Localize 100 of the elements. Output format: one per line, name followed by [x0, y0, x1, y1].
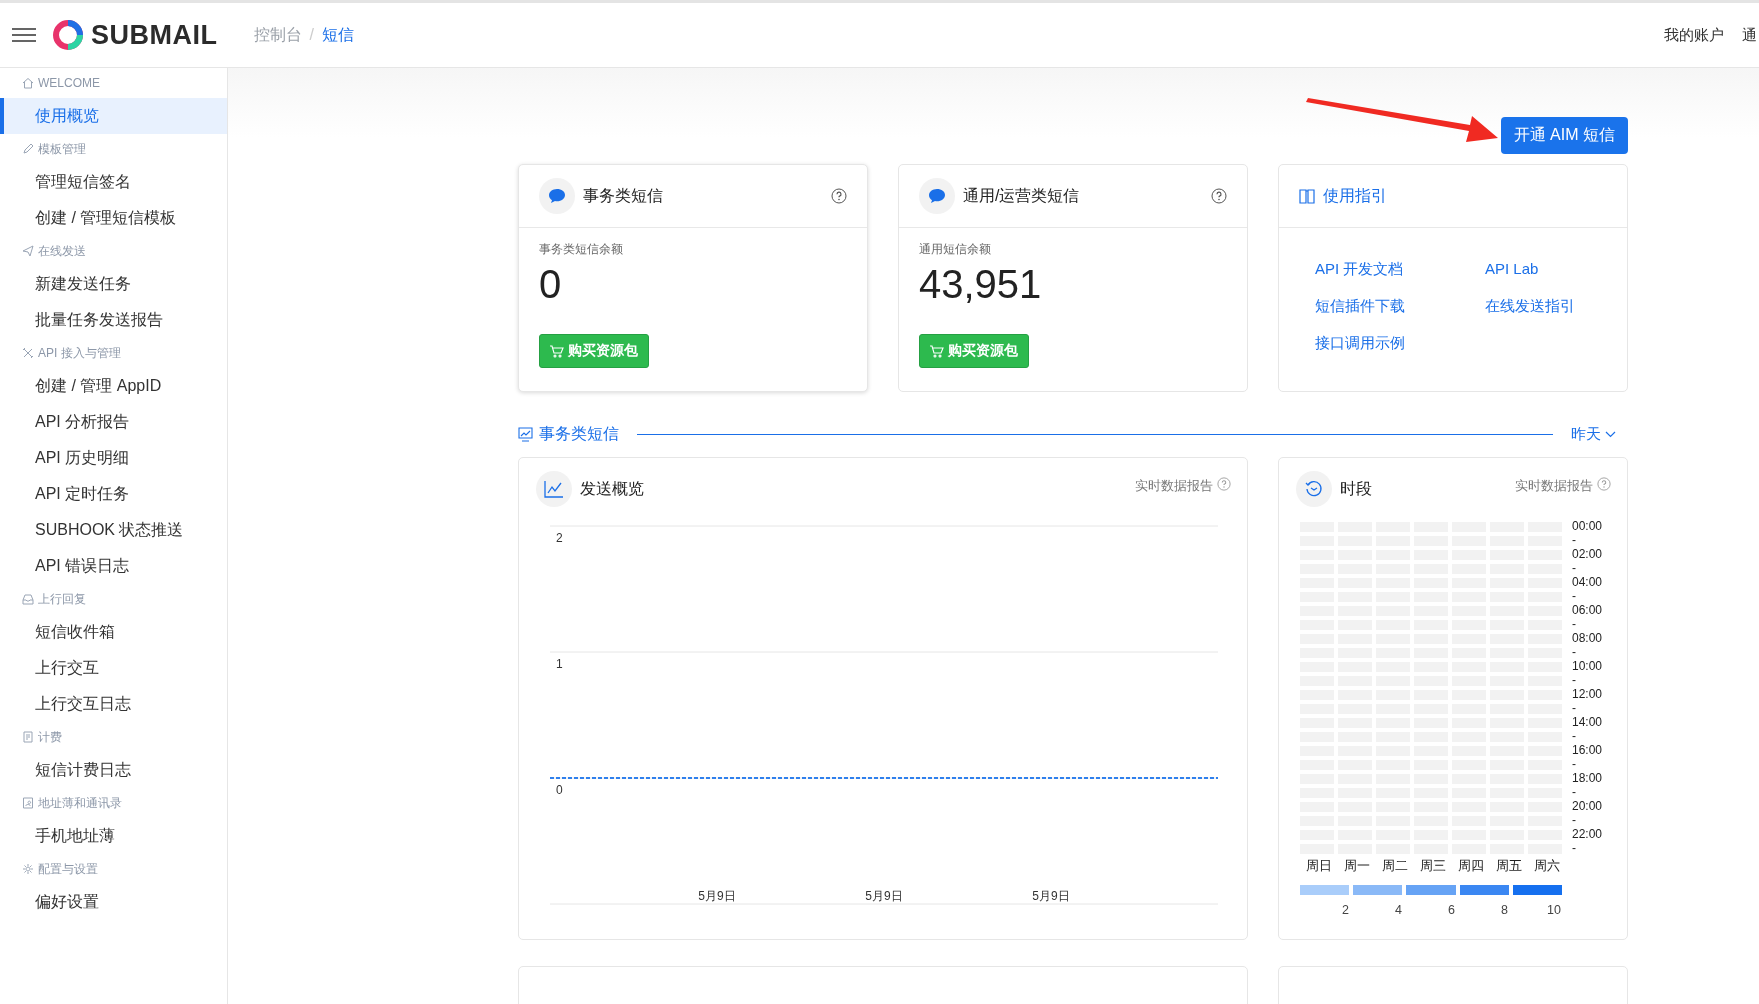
x-tick-label: 5月9日 — [865, 889, 903, 903]
date-range-dropdown[interactable]: 昨天 — [1571, 424, 1616, 444]
section-heading: 在线发送 — [38, 242, 86, 260]
report-link[interactable]: 实时数据报告 — [1135, 477, 1213, 495]
section-title: 事务类短信 — [539, 423, 619, 444]
time-label: - — [1572, 785, 1577, 799]
sidebar-item[interactable]: 批量任务发送报告 — [0, 302, 227, 338]
report-link[interactable]: 实时数据报告 — [1515, 477, 1593, 495]
day-label: 周三 — [1419, 858, 1447, 875]
menu-icon[interactable] — [12, 28, 36, 42]
y-tick-label: 2 — [556, 531, 563, 545]
sidebar-item[interactable]: 短信计费日志 — [0, 752, 227, 788]
time-label: - — [1572, 701, 1577, 715]
time-label: 20:00 — [1572, 799, 1603, 813]
time-label: - — [1572, 673, 1577, 687]
guide-link[interactable]: API 开发文档 — [1315, 260, 1485, 279]
time-label: - — [1572, 561, 1577, 575]
card-title: 使用指引 — [1323, 185, 1387, 206]
sidebar-item[interactable]: 新建发送任务 — [0, 266, 227, 302]
sidebar-item[interactable]: 使用概览 — [0, 98, 227, 134]
time-label: - — [1572, 645, 1577, 659]
sidebar-item[interactable]: 上行交互日志 — [0, 686, 227, 722]
balance-value: 43,951 — [919, 262, 1042, 308]
logo-icon — [52, 19, 84, 51]
y-tick-label: 1 — [556, 657, 563, 671]
time-label: 14:00 — [1572, 715, 1603, 729]
chat-icon — [539, 178, 575, 214]
time-label: 10:00 — [1572, 659, 1603, 673]
card-title: 事务类短信 — [583, 185, 663, 206]
y-tick-label: 0 — [556, 783, 563, 797]
card-title: 时段 — [1340, 478, 1372, 499]
home-icon — [22, 77, 34, 89]
gear-icon — [22, 863, 34, 875]
help-icon[interactable] — [1211, 188, 1227, 204]
sidebar-item[interactable]: API 定时任务 — [0, 476, 227, 512]
line-chart-icon — [536, 471, 572, 507]
time-label: 22:00 — [1572, 827, 1603, 841]
contact-icon — [22, 797, 34, 809]
time-label: - — [1572, 617, 1577, 631]
day-label: 周四 — [1457, 858, 1485, 875]
breadcrumb-separator: / — [309, 26, 314, 44]
legend-label: 6 — [1447, 903, 1456, 917]
legend-label: 8 — [1500, 903, 1509, 917]
time-label: 02:00 — [1572, 547, 1603, 561]
time-label: 04:00 — [1572, 575, 1603, 589]
card-title: 发送概览 — [580, 478, 644, 499]
x-tick-label: 5月9日 — [698, 889, 736, 903]
section-heading: 配置与设置 — [38, 860, 98, 878]
time-label: 16:00 — [1572, 743, 1603, 757]
sidebar-item[interactable]: 短信收件箱 — [0, 614, 227, 650]
day-label: 周六 — [1533, 858, 1561, 875]
sidebar-item[interactable]: API 分析报告 — [0, 404, 227, 440]
sidebar-item[interactable]: 手机地址薄 — [0, 818, 227, 854]
cart-icon — [930, 344, 944, 358]
time-label: - — [1572, 813, 1577, 827]
sidebar-item[interactable]: 上行交互 — [0, 650, 227, 686]
plane-icon — [22, 245, 34, 257]
legend-label: 4 — [1394, 903, 1403, 917]
nav-link[interactable]: 通 — [1742, 25, 1757, 45]
chat-icon — [919, 178, 955, 214]
sidebar-item[interactable]: API 错误日志 — [0, 548, 227, 584]
inbox-icon — [22, 593, 34, 605]
time-label: - — [1572, 841, 1577, 855]
cart-icon — [550, 344, 564, 358]
time-label: 18:00 — [1572, 771, 1603, 785]
nav-link[interactable]: 我的账户 — [1664, 25, 1724, 45]
balance-value: 0 — [539, 262, 562, 308]
tools-icon — [22, 347, 34, 359]
help-icon[interactable] — [831, 188, 847, 204]
section-heading: 地址薄和通讯录 — [38, 794, 122, 812]
balance-label: 通用短信余额 — [919, 241, 991, 258]
book-icon — [1299, 188, 1315, 204]
section-heading: 计费 — [38, 728, 62, 746]
day-label: 周二 — [1381, 858, 1409, 875]
sidebar-item[interactable]: 创建 / 管理短信模板 — [0, 200, 227, 236]
section-heading: WELCOME — [38, 76, 100, 90]
chevron-down-icon — [1605, 430, 1616, 438]
breadcrumb-link[interactable]: 短信 — [321, 24, 354, 46]
time-label: - — [1572, 729, 1577, 743]
legend-label: 2 — [1341, 903, 1350, 917]
sidebar-item[interactable]: API 历史明细 — [0, 440, 227, 476]
guide-link[interactable]: 在线发送指引 — [1485, 297, 1635, 316]
section-heading: 上行回复 — [38, 590, 86, 608]
time-label: - — [1572, 757, 1577, 771]
sidebar-item[interactable]: SUBHOOK 状态推送 — [0, 512, 227, 548]
sidebar-item[interactable]: 偏好设置 — [0, 884, 227, 920]
day-label: 周一 — [1343, 858, 1371, 875]
brand-name: SUBMAIL — [91, 19, 218, 51]
legend-label: 10 — [1546, 903, 1562, 917]
section-heading: API 接入与管理 — [38, 344, 121, 362]
guide-link[interactable]: API Lab — [1485, 260, 1635, 279]
x-tick-label: 5月9日 — [1032, 889, 1070, 903]
activate-button[interactable]: 开通 AIM 短信 — [1500, 117, 1628, 154]
guide-link[interactable]: 接口调用示例 — [1315, 334, 1485, 353]
sidebar-item[interactable]: 管理短信签名 — [0, 164, 227, 200]
card-title: 通用/运营类短信 — [963, 185, 1080, 206]
time-label: 12:00 — [1572, 687, 1603, 701]
sidebar-item[interactable]: 创建 / 管理 AppID — [0, 368, 227, 404]
guide-link[interactable]: 短信插件下载 — [1315, 297, 1485, 316]
balance-label: 事务类短信余额 — [539, 241, 623, 258]
